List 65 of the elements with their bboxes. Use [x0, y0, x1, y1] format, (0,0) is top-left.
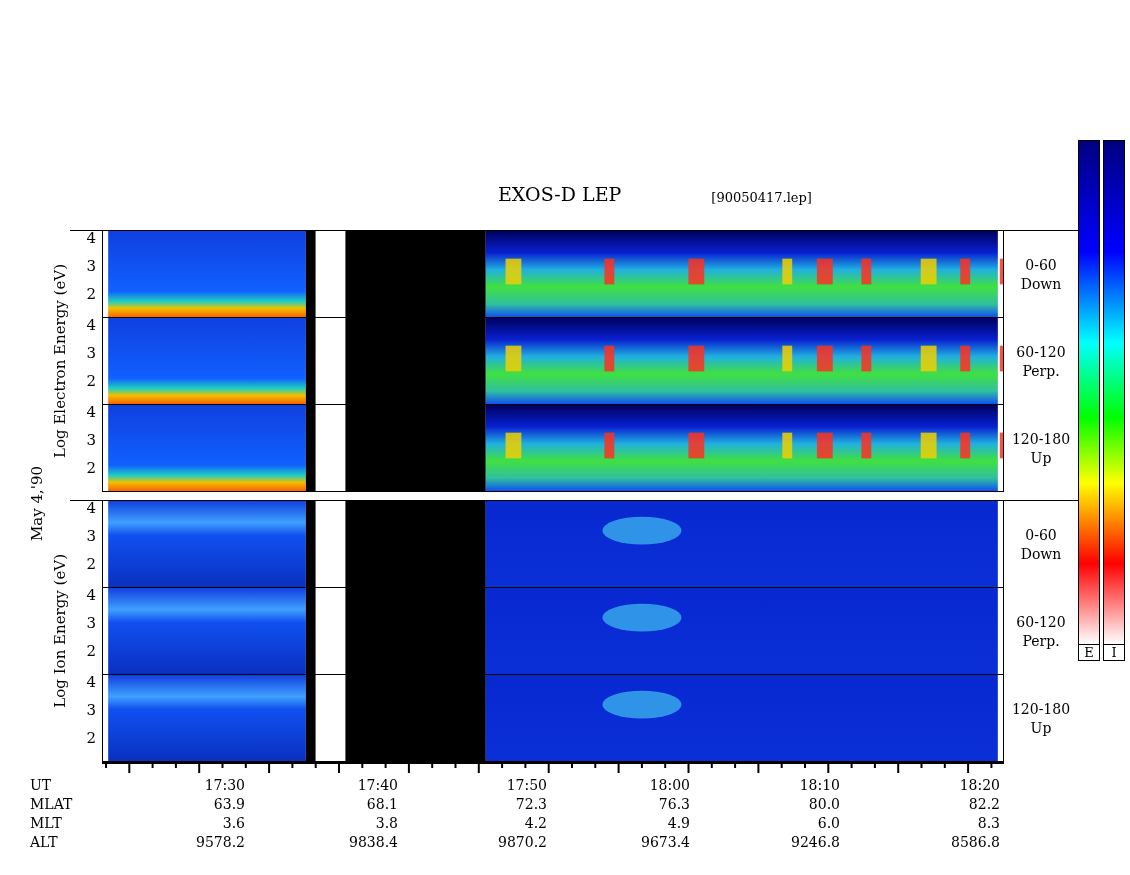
direction-label: Down [1020, 274, 1062, 294]
pitch-angle-label: 0-60 [1025, 255, 1057, 275]
value-text: 4.2 [523, 814, 547, 833]
value-text: 63.9 [212, 795, 245, 814]
date-label: May 4,'90 [30, 466, 45, 542]
value-text: 8.3 [976, 814, 1000, 833]
value-text: 76.3 [657, 795, 690, 814]
tick-label: 4 [86, 675, 96, 690]
tick-label: 3 [86, 616, 96, 631]
tick-label: 4 [86, 231, 96, 246]
value-text: 9246.8 [790, 833, 840, 852]
direction-label: Up [1030, 448, 1052, 468]
tick-label: 2 [86, 287, 96, 302]
axis-title: Log Electron Energy (eV) [53, 264, 68, 458]
color-scale-label: I [1103, 645, 1125, 661]
tick-label: 4 [86, 318, 96, 333]
value-text: 18:00 [648, 776, 690, 795]
value-text: 9870.2 [497, 833, 547, 852]
tick-label: 2 [86, 731, 96, 746]
value-text: 72.3 [514, 795, 547, 814]
pitch-angle-label: 120-180 [1011, 699, 1071, 719]
tick-label: 2 [86, 461, 96, 476]
pitch-angle-label: 60-120 [1016, 342, 1066, 362]
value-text: 17:30 [203, 776, 245, 795]
tick-label: 2 [86, 374, 96, 389]
row-label: MLT [29, 814, 63, 833]
tick-label: 2 [86, 644, 96, 659]
pitch-angle-label: 60-120 [1016, 612, 1066, 632]
value-text: 3.8 [374, 814, 398, 833]
row-label: UT [29, 776, 53, 795]
row-label: ALT [29, 833, 59, 852]
value-text: 80.0 [807, 795, 840, 814]
tick-label: 3 [86, 259, 96, 274]
value-text: 6.0 [816, 814, 840, 833]
tick-label: 3 [86, 529, 96, 544]
tick-label: 3 [86, 703, 96, 718]
tick-label: 3 [86, 346, 96, 361]
tick-label: 2 [86, 557, 96, 572]
value-text: 9578.2 [195, 833, 245, 852]
tick-label: 4 [86, 588, 96, 603]
value-text: 17:40 [356, 776, 398, 795]
plot-title: EXOS-D LEP [498, 185, 622, 204]
file-name: [90050417.lep] [711, 191, 812, 204]
value-text: 4.9 [666, 814, 690, 833]
pitch-angle-label: 120-180 [1011, 429, 1071, 449]
direction-label: Up [1030, 718, 1052, 738]
pitch-angle-label: 0-60 [1025, 525, 1057, 545]
value-text: 9838.4 [348, 833, 398, 852]
value-text: 9673.4 [640, 833, 690, 852]
tick-label: 4 [86, 501, 96, 516]
direction-label: Perp. [1022, 361, 1060, 381]
value-text: 82.2 [967, 795, 1000, 814]
value-text: 68.1 [365, 795, 398, 814]
value-text: 3.6 [221, 814, 245, 833]
tick-label: 3 [86, 433, 96, 448]
direction-label: Perp. [1022, 631, 1060, 651]
direction-label: Down [1020, 544, 1062, 564]
value-text: 17:50 [505, 776, 547, 795]
axis-title: Log Ion Energy (eV) [53, 554, 68, 708]
value-text: 8586.8 [950, 833, 1000, 852]
tick-label: 4 [86, 405, 96, 420]
color-scale-label: E [1078, 645, 1100, 661]
value-text: 18:10 [798, 776, 840, 795]
value-text: 18:20 [958, 776, 1000, 795]
row-label: MLAT [29, 795, 74, 814]
